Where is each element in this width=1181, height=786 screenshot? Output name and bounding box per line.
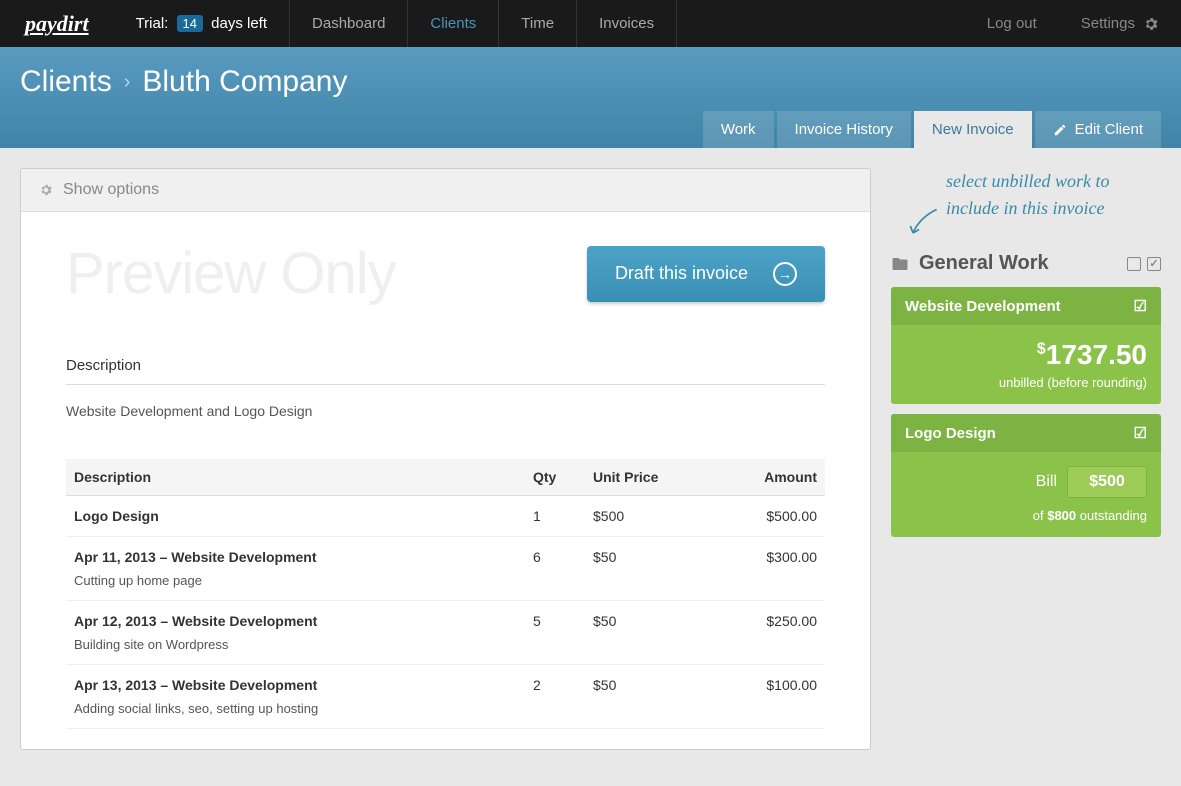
tab-invoice-history[interactable]: Invoice History [777, 111, 911, 148]
check-icon[interactable]: ☑ [1134, 297, 1147, 315]
work-card-title: Website Development [905, 298, 1061, 315]
bill-amount-input[interactable] [1067, 466, 1147, 498]
trial-indicator[interactable]: Trial: 14 days left [114, 0, 290, 47]
col-amount: Amount [725, 459, 825, 496]
sidebar: select unbilled work to include in this … [891, 168, 1161, 547]
nav-settings[interactable]: Settings [1059, 0, 1181, 47]
preview-watermark: Preview Only [66, 240, 396, 307]
col-qty: Qty [525, 459, 585, 496]
header-tabs: Work Invoice History New Invoice Edit Cl… [703, 111, 1161, 148]
nav-logout[interactable]: Log out [965, 0, 1059, 47]
work-card-title: Logo Design [905, 425, 996, 442]
invoice-panel: Show options Preview Only Draft this inv… [20, 168, 871, 750]
select-all-checkbox[interactable] [1147, 257, 1161, 271]
select-none-checkbox[interactable] [1127, 257, 1141, 271]
nav-invoices[interactable]: Invoices [577, 0, 677, 47]
col-unit-price: Unit Price [585, 459, 725, 496]
table-row: Apr 12, 2013 – Website DevelopmentBuildi… [66, 601, 825, 665]
work-group-header: General Work [891, 252, 1161, 275]
folder-icon [891, 255, 909, 273]
tab-new-invoice[interactable]: New Invoice [914, 111, 1032, 148]
description-text: Website Development and Logo Design [66, 403, 825, 419]
table-row: Apr 13, 2013 – Website DevelopmentAdding… [66, 665, 825, 729]
page-header: Clients › Bluth Company Work Invoice His… [0, 47, 1181, 148]
top-nav: paydirt Trial: 14 days left Dashboard Cl… [0, 0, 1181, 47]
outstanding-text: of $800 outstanding [905, 508, 1147, 523]
description-label: Description [66, 357, 825, 385]
work-card-amount: $1737.50 [905, 339, 1147, 371]
draft-invoice-button[interactable]: Draft this invoice → [587, 246, 825, 302]
work-card-note: unbilled (before rounding) [905, 375, 1147, 390]
nav-time[interactable]: Time [499, 0, 577, 47]
breadcrumb-root[interactable]: Clients [20, 65, 112, 99]
breadcrumb-current: Bluth Company [142, 65, 347, 99]
tab-work[interactable]: Work [703, 111, 774, 148]
nav-clients[interactable]: Clients [408, 0, 499, 47]
chevron-right-icon: › [124, 71, 131, 94]
breadcrumb: Clients › Bluth Company [20, 47, 1161, 99]
nav-dashboard[interactable]: Dashboard [290, 0, 408, 47]
tab-edit-client[interactable]: Edit Client [1035, 111, 1161, 148]
col-description: Description [66, 459, 525, 496]
bill-label: Bill [1036, 473, 1057, 491]
hint-text: select unbilled work to include in this … [891, 168, 1161, 222]
check-icon[interactable]: ☑ [1134, 424, 1147, 442]
pencil-icon [1053, 123, 1067, 137]
arrow-right-icon: → [773, 262, 797, 286]
arrow-curve-icon [906, 205, 941, 240]
work-card-website-development[interactable]: Website Development ☑ $1737.50 unbilled … [891, 287, 1161, 404]
work-card-logo-design[interactable]: Logo Design ☑ Bill of $800 outstanding [891, 414, 1161, 537]
logo[interactable]: paydirt [0, 11, 114, 37]
gear-icon [39, 183, 53, 197]
table-row: Logo Design1$500$500.00 [66, 496, 825, 537]
trial-days-badge: 14 [177, 15, 203, 32]
gear-icon [1143, 16, 1159, 32]
line-items-table: Description Qty Unit Price Amount Logo D… [66, 459, 825, 729]
table-row: Apr 11, 2013 – Website DevelopmentCuttin… [66, 537, 825, 601]
show-options-toggle[interactable]: Show options [21, 169, 870, 212]
